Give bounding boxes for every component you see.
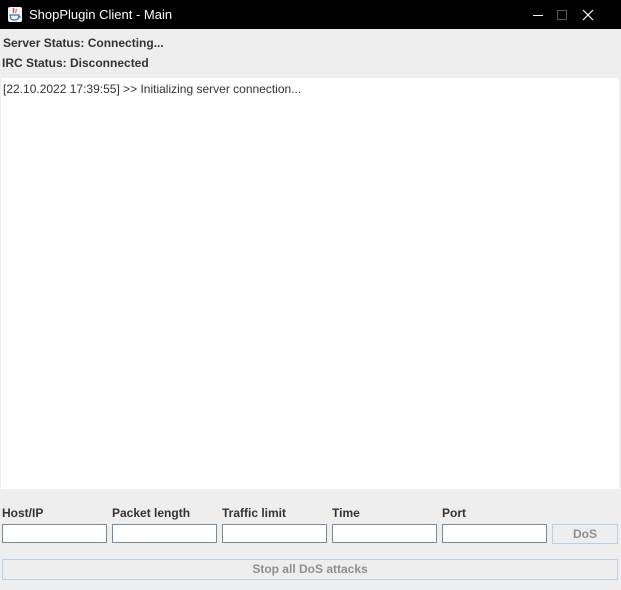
- server-status-label: Server Status: Connecting...: [3, 36, 164, 50]
- minimize-icon: [533, 14, 543, 16]
- packet-length-input[interactable]: [112, 524, 217, 543]
- minimize-button[interactable]: [525, 0, 551, 29]
- title-bar[interactable]: ShopPlugin Client - Main: [0, 0, 621, 29]
- packet-length-label: Packet length: [112, 506, 191, 520]
- close-icon: [582, 9, 594, 20]
- java-cup-icon: [8, 7, 22, 22]
- traffic-limit-input[interactable]: [222, 524, 327, 543]
- time-label: Time: [332, 506, 360, 520]
- window-title: ShopPlugin Client - Main: [29, 7, 173, 22]
- host-ip-label: Host/IP: [2, 506, 44, 520]
- dos-button[interactable]: DoS: [552, 524, 618, 544]
- main-window: ShopPlugin Client - Main Server Status: …: [0, 0, 621, 590]
- traffic-limit-label: Traffic limit: [222, 506, 287, 520]
- close-button[interactable]: [575, 0, 601, 29]
- maximize-button[interactable]: [549, 0, 575, 29]
- host-ip-input[interactable]: [2, 524, 107, 543]
- irc-status-label: IRC Status: Disconnected: [2, 56, 149, 70]
- log-line: [22.10.2022 17:39:55] >> Initializing se…: [3, 82, 302, 96]
- log-output[interactable]: [22.10.2022 17:39:55] >> Initializing se…: [1, 78, 619, 489]
- stop-all-dos-button[interactable]: Stop all DoS attacks: [2, 559, 618, 580]
- port-input[interactable]: [442, 524, 547, 543]
- maximize-icon: [557, 9, 567, 20]
- time-input[interactable]: [332, 524, 437, 543]
- port-label: Port: [442, 506, 466, 520]
